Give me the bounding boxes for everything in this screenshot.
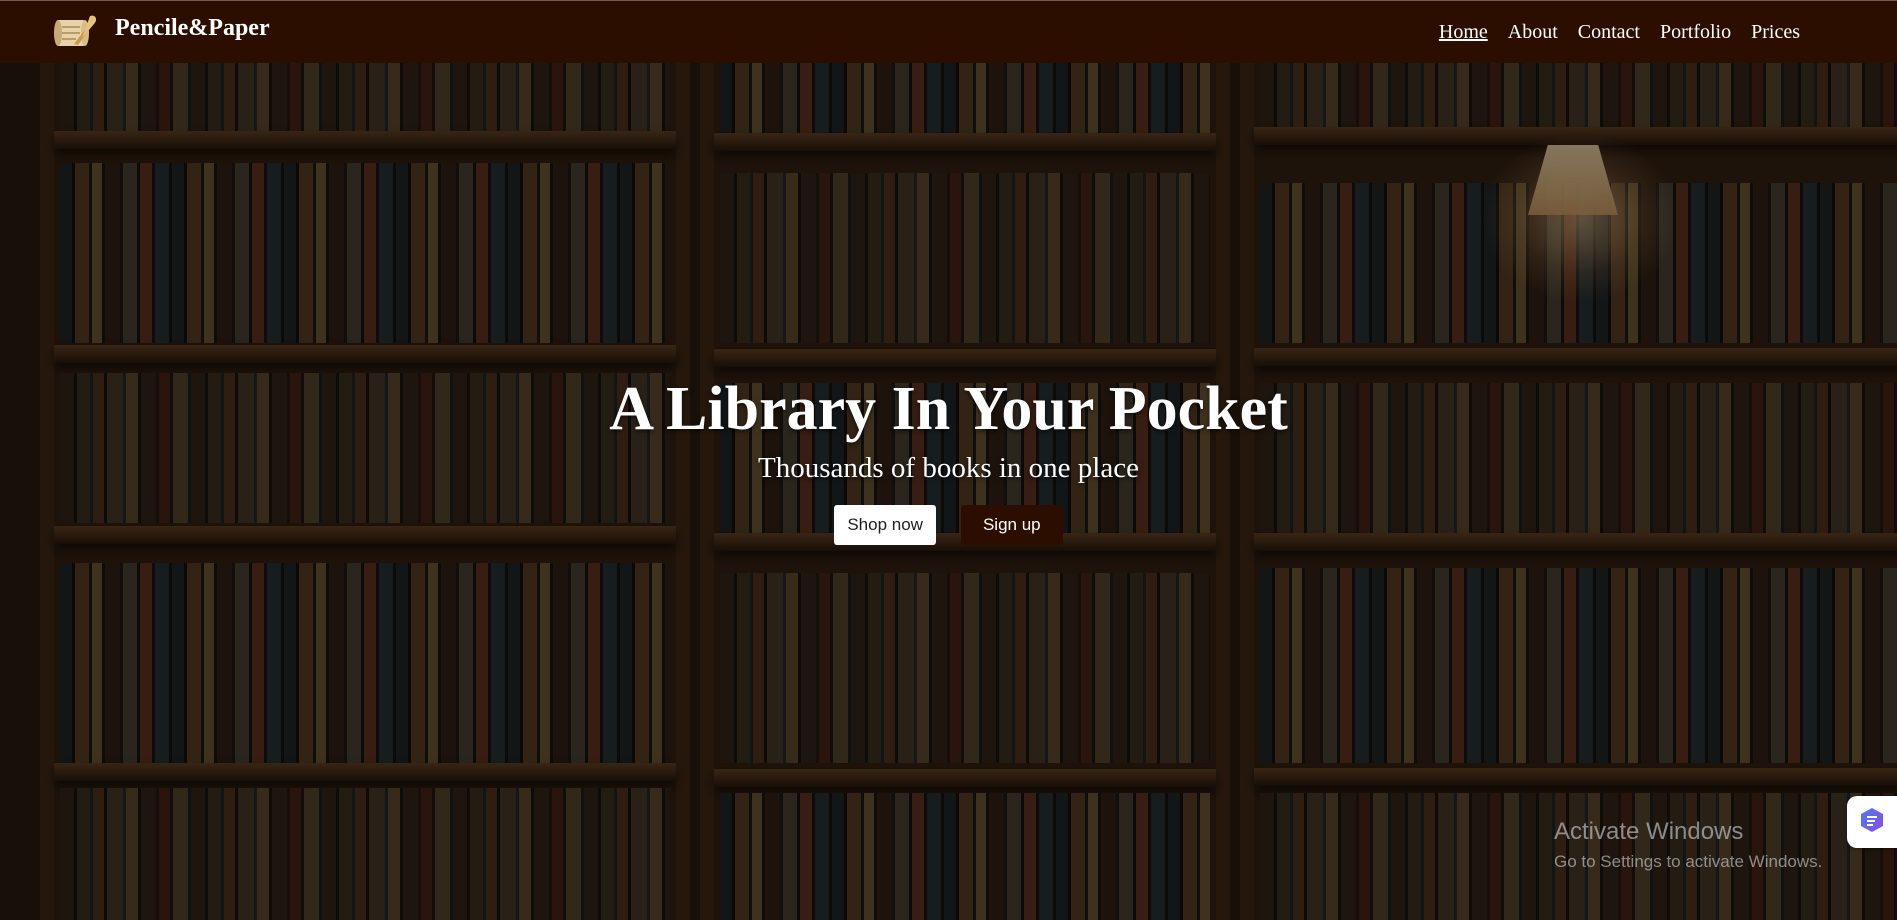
hero-title: A Library In Your Pocket xyxy=(609,375,1288,443)
hero-content: A Library In Your Pocket Thousands of bo… xyxy=(0,378,1897,545)
shop-now-button[interactable]: Shop now xyxy=(834,505,936,545)
brand-name[interactable]: Pencile&Paper xyxy=(115,15,270,42)
hero-subtitle: Thousands of books in one place xyxy=(758,452,1139,484)
nav-link-home[interactable]: Home xyxy=(1439,21,1488,44)
hero-buttons: Shop now Sign up xyxy=(0,505,1897,545)
nav-links: Home About Contact Portfolio Prices xyxy=(1439,21,1800,44)
watermark-title: Activate Windows xyxy=(1554,818,1744,845)
nav-link-portfolio[interactable]: Portfolio xyxy=(1660,21,1731,44)
scroll-quill-icon[interactable] xyxy=(52,14,98,50)
side-widget-button[interactable] xyxy=(1847,796,1897,848)
activate-windows-watermark: Activate Windows Go to Settings to activ… xyxy=(1554,818,1822,872)
navbar: Pencile&Paper Home About Contact Portfol… xyxy=(0,0,1897,63)
sign-up-button[interactable]: Sign up xyxy=(960,505,1063,545)
app-widget-icon xyxy=(1858,806,1886,839)
nav-link-about[interactable]: About xyxy=(1508,21,1558,44)
watermark-subtitle: Go to Settings to activate Windows. xyxy=(1554,852,1823,871)
nav-link-prices[interactable]: Prices xyxy=(1751,21,1800,44)
nav-link-contact[interactable]: Contact xyxy=(1578,21,1640,44)
